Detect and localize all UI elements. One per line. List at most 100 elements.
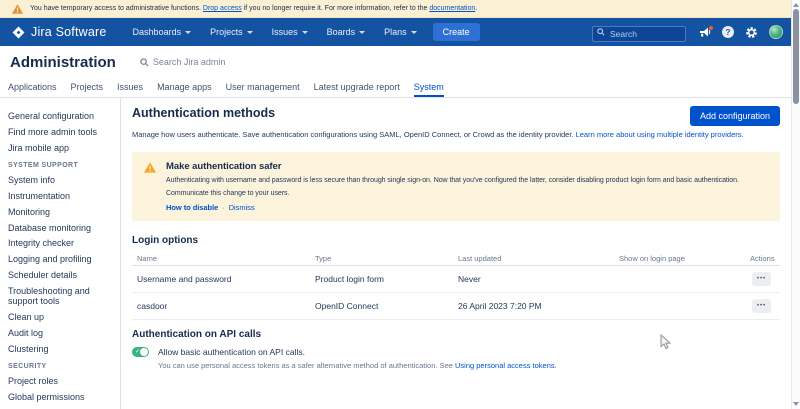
body: General configuration Find more admin to… [0, 98, 791, 409]
nav-search-input[interactable] [592, 26, 686, 42]
row-actions-button[interactable]: ••• [752, 299, 771, 313]
sidebar-item-scheduler-details[interactable]: Scheduler details [8, 270, 117, 280]
tab-applications[interactable]: Applications [8, 82, 57, 97]
basic-auth-api-toggle[interactable]: ✓ [132, 347, 149, 357]
nav-item-label: Projects [210, 27, 243, 37]
avatar [769, 25, 783, 39]
documentation-link[interactable]: documentation [429, 5, 475, 12]
tab-manage-apps[interactable]: Manage apps [157, 82, 212, 97]
description-text: Manage how users authenticate. Save auth… [132, 130, 576, 139]
sidebar-group-security: SECURITY [8, 363, 117, 370]
banner-text-2: if you no longer require it. For more in… [242, 5, 430, 12]
toggle-knob [140, 348, 148, 356]
main-content: Authentication methods Add configuration… [121, 98, 791, 409]
admin-search-placeholder: Search Jira admin [153, 57, 226, 67]
row-last-updated: 26 April 2023 7:20 PM [458, 301, 619, 311]
warning-body-1: Authenticating with username and passwor… [166, 177, 739, 184]
how-to-disable-link[interactable]: How to disable [166, 203, 218, 212]
sidebar: General configuration Find more admin to… [0, 98, 121, 409]
sidebar-item-clustering[interactable]: Clustering [8, 344, 117, 354]
search-icon [140, 58, 149, 67]
scroll-down-arrow[interactable] [793, 402, 799, 406]
toggle-knob [615, 275, 623, 283]
gear-icon [745, 26, 758, 39]
app-navbar: Jira Software Dashboards Projects Issues… [0, 18, 791, 46]
section-title: Authentication methods [132, 106, 275, 120]
sidebar-item-instrumentation[interactable]: Instrumentation [8, 191, 117, 201]
check-icon: ✓ [627, 274, 632, 284]
nav-item-projects[interactable]: Projects [210, 27, 253, 37]
sidebar-item-integrity-checker[interactable]: Integrity checker [8, 238, 117, 248]
sidebar-item-logging-and-profiling[interactable]: Logging and profiling [8, 254, 117, 264]
table-row: casdoor OpenID Connect 26 April 2023 7:2… [132, 293, 780, 320]
sidebar-item-monitoring[interactable]: Monitoring [8, 207, 117, 217]
row-actions-button[interactable]: ••• [752, 272, 771, 286]
tab-latest-upgrade-report[interactable]: Latest upgrade report [314, 82, 400, 97]
sidebar-item-database-monitoring[interactable]: Database monitoring [8, 223, 117, 233]
personal-access-tokens-link[interactable]: Using personal access tokens. [455, 361, 557, 370]
chevron-down-icon [359, 31, 365, 34]
row-type: Product login form [315, 274, 458, 284]
nav-item-label: Dashboards [133, 27, 182, 37]
sidebar-item-troubleshooting[interactable]: Troubleshooting and support tools [8, 286, 117, 307]
sidebar-item-system-info[interactable]: System info [8, 175, 117, 185]
tab-projects[interactable]: Projects [71, 82, 104, 97]
sidebar-item-find-more-admin-tools[interactable]: Find more admin tools [8, 127, 117, 137]
check-icon: ✓ [627, 301, 632, 311]
nav-item-plans[interactable]: Plans [384, 27, 417, 37]
link-separator: · [222, 203, 224, 212]
settings-button[interactable] [745, 26, 758, 39]
sidebar-item-jira-mobile-app[interactable]: Jira mobile app [8, 143, 117, 153]
jira-logo-icon [12, 26, 25, 39]
banner-text-1: You have temporary access to administrat… [30, 5, 203, 12]
sidebar-item-audit-log[interactable]: Audit log [8, 328, 117, 338]
sidebar-item-clean-up[interactable]: Clean up [8, 312, 117, 322]
nav-icons: ? [699, 25, 783, 39]
add-configuration-button[interactable]: Add configuration [690, 106, 780, 126]
sidebar-item-global-permissions[interactable]: Global permissions [8, 392, 117, 402]
api-help-text: You can use personal access tokens as a … [158, 361, 780, 370]
sidebar-item-general-configuration[interactable]: General configuration [8, 111, 117, 121]
nav-item-issues[interactable]: Issues [272, 27, 308, 37]
row-last-updated: Never [458, 274, 619, 284]
tab-system[interactable]: System [414, 82, 444, 97]
nav-search [592, 24, 686, 40]
table-row: Username and password Product login form… [132, 266, 780, 293]
drop-access-link[interactable]: Drop access [203, 5, 242, 12]
column-header-name: Name [132, 254, 315, 263]
nav-item-dashboards[interactable]: Dashboards [133, 27, 192, 37]
column-header-show-on-login-page: Show on login page [619, 254, 750, 263]
page: You have temporary access to administrat… [0, 0, 791, 409]
warning-body-2: Communicate this change to your users. [166, 190, 739, 197]
row-name: casdoor [132, 301, 315, 311]
row-name: Username and password [132, 274, 315, 284]
sidebar-item-project-roles[interactable]: Project roles [8, 376, 117, 386]
help-button[interactable]: ? [722, 26, 734, 38]
tab-issues[interactable]: Issues [117, 82, 143, 97]
api-help-body: You can use personal access tokens as a … [158, 361, 455, 370]
create-button[interactable]: Create [433, 23, 480, 41]
scroll-up-arrow[interactable] [793, 3, 799, 7]
temporary-access-banner: You have temporary access to administrat… [0, 0, 791, 18]
vertical-scrollbar[interactable] [791, 0, 800, 409]
column-header-type: Type [315, 254, 458, 263]
warning-triangle-icon [12, 4, 23, 14]
learn-more-link[interactable]: Learn more about using multiple identity… [576, 130, 744, 139]
warning-triangle-icon [144, 162, 156, 173]
banner-text-3: . [475, 5, 477, 12]
column-header-last-updated: Last updated [458, 254, 619, 263]
help-icon: ? [722, 26, 734, 38]
chevron-down-icon [185, 31, 191, 34]
jira-brand[interactable]: Jira Software [12, 25, 107, 39]
sidebar-group-system-support: SYSTEM SUPPORT [8, 162, 117, 169]
scrollbar-thumb[interactable] [793, 9, 799, 104]
api-calls-heading: Authentication on API calls [132, 329, 780, 340]
user-menu-button[interactable] [769, 25, 783, 39]
tab-user-management[interactable]: User management [226, 82, 300, 97]
nav-item-boards[interactable]: Boards [327, 27, 366, 37]
admin-header: Administration Search Jira admin [0, 46, 791, 78]
announcements-button[interactable] [699, 27, 711, 38]
warning-title: Make authentication safer [166, 161, 739, 172]
dismiss-link[interactable]: Dismiss [229, 203, 255, 212]
admin-search-field[interactable]: Search Jira admin [140, 57, 226, 67]
